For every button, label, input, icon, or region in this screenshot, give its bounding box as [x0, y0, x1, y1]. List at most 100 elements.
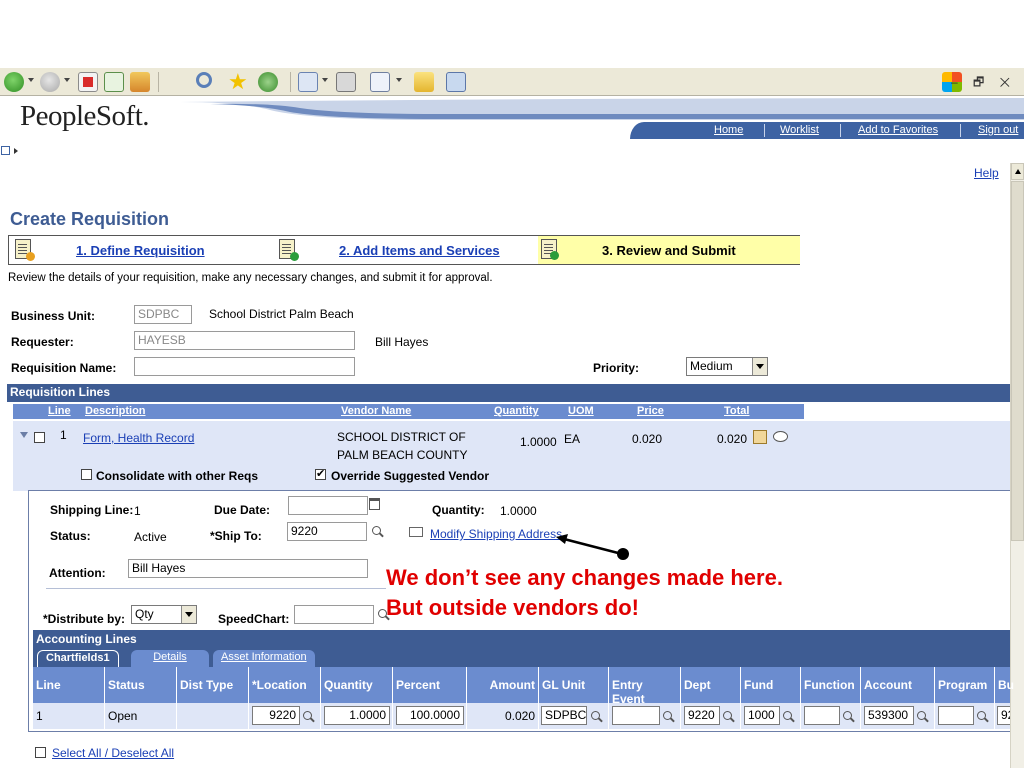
gl-unit-input[interactable]: SDPBC — [541, 706, 587, 725]
select-all-checkbox[interactable] — [35, 747, 46, 758]
tab-asset-information[interactable]: Asset Information — [213, 650, 315, 667]
col-uom[interactable]: UOM — [568, 405, 594, 417]
folder-icon[interactable] — [414, 72, 434, 92]
program-input[interactable] — [938, 706, 974, 725]
browser-toolbar: ★ – 🗗 ✕ — [0, 68, 1024, 96]
forward-dropdown-icon[interactable] — [64, 78, 70, 82]
nav-sign-out-link[interactable]: Sign out — [978, 124, 1018, 136]
window-controls[interactable]: – 🗗 ✕ — [951, 73, 1016, 94]
collapse-icon[interactable] — [20, 432, 28, 438]
function-lookup-icon[interactable] — [843, 711, 855, 723]
history-icon[interactable] — [258, 72, 278, 92]
favorites-icon[interactable]: ★ — [228, 71, 248, 93]
step-1-link[interactable]: 1. Define Requisition — [76, 243, 205, 258]
ship-to-lookup-icon[interactable] — [372, 526, 384, 538]
mail-dropdown-icon[interactable] — [322, 78, 328, 82]
line-select-checkbox[interactable] — [34, 432, 45, 443]
col-quantity[interactable]: Quantity — [494, 405, 539, 417]
comment-icon[interactable] — [773, 431, 788, 442]
nav-add-favorites-link[interactable]: Add to Favorites — [858, 124, 938, 136]
back-dropdown-icon[interactable] — [28, 78, 34, 82]
due-date-label: Due Date: — [214, 503, 271, 517]
page-title: Create Requisition — [10, 209, 170, 229]
print-icon[interactable] — [336, 72, 356, 92]
scroll-up-icon[interactable] — [1011, 163, 1024, 180]
acct-col-location: *Location — [249, 667, 321, 703]
ship-to-input[interactable]: 9220 — [287, 522, 367, 541]
modify-shipping-address-link[interactable]: Modify Shipping Address — [430, 527, 562, 541]
distribute-by-select[interactable]: Qty — [131, 605, 197, 624]
line-price: 0.020 — [632, 432, 663, 446]
requisition-lines-header: Requisition Lines — [7, 384, 1010, 402]
item-description-link[interactable]: Form, Health Record — [83, 431, 194, 445]
nav-separator — [840, 124, 841, 137]
requisition-name-input[interactable] — [134, 357, 355, 376]
pagelet-toggle-icon[interactable] — [1, 146, 10, 155]
col-total[interactable]: Total — [724, 405, 749, 417]
scrollbar-thumb[interactable] — [1011, 181, 1024, 541]
priority-select[interactable]: Medium — [686, 357, 768, 376]
messenger-icon[interactable] — [446, 72, 466, 92]
distribute-by-label: *Distribute by: — [43, 612, 126, 626]
refresh-icon[interactable] — [104, 72, 124, 92]
step-3-label: 3. Review and Submit — [602, 243, 736, 258]
col-price[interactable]: Price — [637, 405, 664, 417]
dept-lookup-icon[interactable] — [723, 711, 735, 723]
account-lookup-icon[interactable] — [917, 711, 929, 723]
annotation-line-1: We don’t see any changes made here. — [386, 565, 783, 590]
chevron-down-icon[interactable] — [752, 358, 767, 375]
select-all-link[interactable]: Select All / Deselect All — [52, 746, 174, 760]
override-vendor-checkbox[interactable] — [315, 467, 326, 480]
quantity-input[interactable]: 1.0000 — [324, 706, 390, 725]
attention-input[interactable]: Bill Hayes — [128, 559, 368, 578]
nav-worklist-link[interactable]: Worklist — [780, 124, 819, 136]
peoplesoft-logo: PeopleSoft. — [20, 100, 150, 132]
percent-input[interactable]: 100.0000 — [396, 706, 464, 725]
col-description[interactable]: Description — [85, 405, 146, 417]
search-icon[interactable] — [196, 72, 212, 88]
entry-event-lookup-icon[interactable] — [663, 711, 675, 723]
line-details-icon[interactable] — [753, 430, 767, 444]
vendor-name-line-1: SCHOOL DISTRICT OF — [337, 430, 466, 444]
tab-chartfields1[interactable]: Chartfields1 — [37, 650, 119, 667]
col-vendor-name[interactable]: Vendor Name — [341, 405, 411, 417]
fund-lookup-icon[interactable] — [783, 711, 795, 723]
edit-dropdown-icon[interactable] — [396, 78, 402, 82]
col-line[interactable]: Line — [48, 405, 71, 417]
process-steps: 1. Define Requisition 2. Add Items and S… — [8, 235, 800, 265]
step-2-link[interactable]: 2. Add Items and Services — [339, 243, 500, 258]
tab-details[interactable]: Details — [131, 650, 209, 667]
help-link[interactable]: Help — [974, 166, 999, 180]
calendar-icon[interactable] — [369, 498, 380, 510]
modify-address-icon[interactable] — [409, 527, 423, 537]
edit-icon[interactable] — [370, 72, 390, 92]
chevron-down-icon[interactable] — [181, 606, 196, 623]
bu-input[interactable]: 92 — [997, 706, 1010, 725]
due-date-input[interactable] — [288, 496, 368, 515]
account-input[interactable]: 539300 — [864, 706, 914, 725]
acct-amount: 0.020 — [467, 703, 539, 729]
forward-icon[interactable] — [40, 72, 60, 92]
nav-separator — [764, 124, 765, 137]
status-value: Active — [134, 530, 167, 544]
function-input[interactable] — [804, 706, 840, 725]
speedchart-input[interactable] — [294, 605, 374, 624]
stop-icon[interactable] — [78, 72, 98, 92]
back-icon[interactable] — [4, 72, 24, 92]
entry-event-input[interactable] — [612, 706, 660, 725]
dept-input[interactable]: 9220 — [684, 706, 720, 725]
quantity-value: 1.0000 — [500, 504, 537, 518]
mail-icon[interactable] — [298, 72, 318, 92]
consolidate-checkbox[interactable] — [81, 469, 92, 480]
nav-home-link[interactable]: Home — [714, 124, 743, 136]
fund-input[interactable]: 1000 — [744, 706, 780, 725]
gl-unit-lookup-icon[interactable] — [591, 711, 603, 723]
expand-arrow-icon[interactable] — [14, 148, 18, 154]
program-lookup-icon[interactable] — [977, 711, 989, 723]
location-input[interactable]: 9220 — [252, 706, 300, 725]
home-icon[interactable] — [130, 72, 150, 92]
location-lookup-icon[interactable] — [303, 711, 315, 723]
acct-col-entry-event: Entry Event — [609, 667, 681, 706]
acct-col-dept: Dept — [681, 667, 741, 703]
consolidate-label: Consolidate with other Reqs — [96, 469, 259, 483]
